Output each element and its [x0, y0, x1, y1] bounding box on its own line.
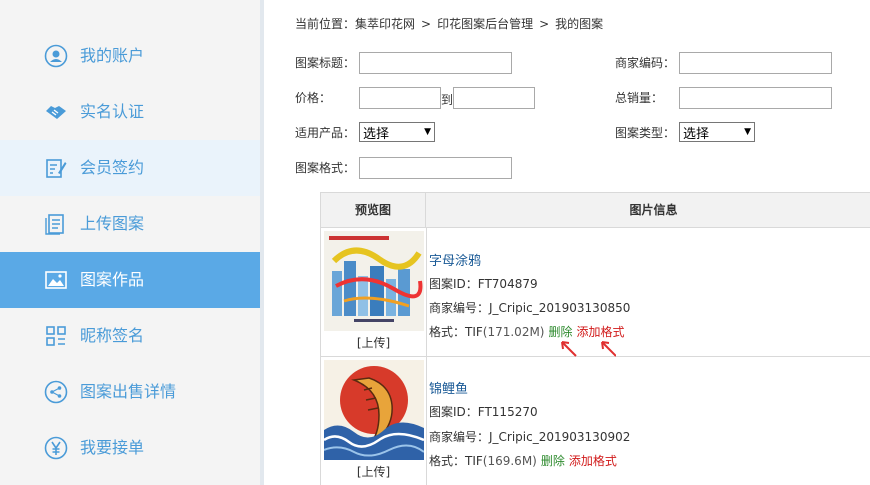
breadcrumb: 当前位置：集萃印花网 > 印花图案后台管理 > 我的图案 — [295, 15, 603, 32]
merchant-code: 商家编号：J_Cripic_201903130902 — [429, 430, 631, 444]
sidebar-item-upload[interactable]: 上传图案 — [0, 196, 260, 252]
type-label: 图案类型： — [615, 126, 676, 140]
table-header: 预览图 图片信息 — [321, 193, 870, 228]
pattern-title[interactable]: 字母涂鸦 — [429, 250, 481, 269]
sidebar-item-label: 上传图案 — [80, 214, 145, 233]
user-icon — [44, 44, 68, 68]
format-line: 格式：TIF(169.6M) 删除 添加格式 — [429, 452, 617, 469]
format-size: (169.6M) — [482, 454, 537, 468]
sidebar-item-sales[interactable]: 图案出售详情 — [0, 364, 260, 420]
sidebar-item-nickname[interactable]: 昵称签名 — [0, 308, 260, 364]
breadcrumb-item: 我的图案 — [555, 17, 604, 31]
format-label: 图案格式： — [295, 161, 356, 175]
sidebar-item-label: 昵称签名 — [80, 326, 145, 345]
header-info: 图片信息 — [629, 203, 678, 217]
pattern-thumbnail[interactable] — [324, 231, 424, 331]
title-label: 图案标题： — [295, 56, 356, 70]
format-input[interactable] — [359, 157, 512, 179]
add-format-link[interactable]: 添加格式 — [569, 454, 617, 468]
merchant-code: 商家编号：J_Cripic_201903130850 — [429, 301, 631, 315]
sidebar-item-label: 图案出售详情 — [80, 382, 177, 401]
image-icon — [44, 268, 68, 292]
upload-link[interactable]: [上传] — [321, 334, 426, 351]
sales-input[interactable] — [679, 87, 832, 109]
main-content: 当前位置：集萃印花网 > 印花图案后台管理 > 我的图案 图案标题： 商家编码： 价格：… — [264, 0, 870, 485]
product-select-value: 选择 — [363, 126, 390, 142]
breadcrumb-prefix: 当前位置： — [295, 17, 356, 31]
sidebar-item-label: 图案作品 — [80, 270, 145, 289]
breadcrumb-item[interactable]: 集萃印花网 — [355, 17, 415, 31]
handshake-icon — [44, 100, 68, 124]
chevron-down-icon: ▼ — [744, 127, 751, 137]
pattern-id: 图案ID：FT115270 — [429, 405, 538, 419]
price-max-input[interactable] — [453, 87, 535, 109]
sales-label: 总销量： — [615, 91, 664, 105]
breadcrumb-separator: > — [539, 17, 550, 31]
merchant-code-label: 商家编码： — [615, 56, 676, 70]
annotation-arrows — [561, 341, 616, 357]
upload-link[interactable]: [上传] — [321, 463, 426, 480]
sidebar-item-works[interactable]: 图案作品 — [0, 252, 260, 308]
sidebar-item-orders[interactable]: 我要接单 — [0, 420, 260, 476]
breadcrumb-item[interactable]: 印花图案后台管理 — [437, 17, 533, 31]
price-label: 价格： — [295, 91, 332, 105]
sidebar-item-membership[interactable]: 会员签约 — [0, 140, 260, 196]
arrow-icon — [601, 341, 616, 357]
sidebar-item-label: 我的账户 — [80, 46, 145, 65]
share-icon — [44, 380, 68, 404]
sidebar: 我的账户 实名认证 会员签约 上传图案 图案作品 昵称签名 图案出售详情 我要接… — [0, 0, 260, 485]
sign-icon — [44, 156, 68, 180]
arrow-icon — [561, 341, 577, 357]
header-preview: 预览图 — [321, 193, 426, 228]
pattern-title[interactable]: 锦鲤鱼 — [429, 378, 468, 397]
pattern-id: 图案ID：FT704879 — [429, 277, 538, 291]
delete-link[interactable]: 删除 — [541, 454, 565, 468]
title-input[interactable] — [359, 52, 512, 74]
upload-doc-icon — [44, 212, 68, 236]
merchant-code-input[interactable] — [679, 52, 832, 74]
format-type: 格式：TIF — [429, 325, 483, 339]
yen-icon — [44, 436, 68, 460]
grid-icon — [44, 324, 68, 348]
pattern-thumbnail[interactable] — [324, 360, 424, 460]
sidebar-item-account[interactable]: 我的账户 — [0, 28, 260, 84]
breadcrumb-separator: > — [421, 17, 432, 31]
product-select[interactable]: 选择 ▼ — [359, 122, 435, 142]
sidebar-item-label: 会员签约 — [80, 158, 145, 177]
format-size: (171.02M) — [482, 325, 545, 339]
price-min-input[interactable] — [359, 87, 441, 109]
sidebar-item-verification[interactable]: 实名认证 — [0, 84, 260, 140]
chevron-down-icon: ▼ — [424, 127, 431, 137]
sidebar-item-label: 实名认证 — [80, 102, 145, 121]
type-select-value: 选择 — [683, 126, 710, 142]
price-to-label: 到 — [441, 93, 454, 107]
product-label: 适用产品： — [295, 126, 356, 140]
type-select[interactable]: 选择 ▼ — [679, 122, 755, 142]
format-type: 格式：TIF — [429, 454, 483, 468]
sidebar-item-label: 我要接单 — [80, 438, 145, 457]
